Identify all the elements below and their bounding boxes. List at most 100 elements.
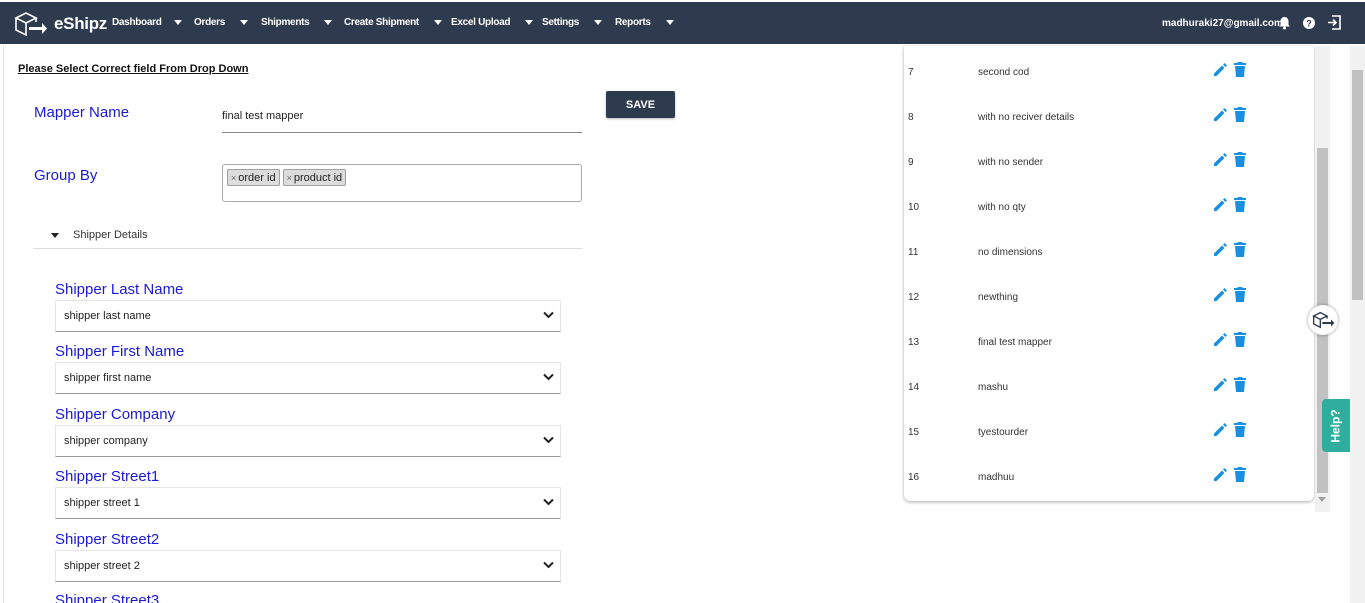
edit-icon[interactable] (1213, 333, 1227, 347)
logout-icon[interactable] (1327, 15, 1342, 30)
field-label-shipper-last-name: Shipper Last Name (55, 281, 184, 298)
nav-excel-upload[interactable]: Excel Upload (451, 17, 534, 28)
nav-shipments[interactable]: Shipments (261, 17, 333, 28)
select-shipper-street1[interactable]: shipper street 1 (55, 487, 561, 519)
remove-tag-icon[interactable]: × (231, 173, 236, 183)
edit-icon[interactable] (1213, 468, 1227, 482)
row-mapper-name: with no qty (978, 202, 1026, 213)
select-shipper-last-name[interactable]: shipper last name (55, 300, 561, 332)
delete-icon[interactable] (1234, 107, 1246, 122)
chevron-down-icon (240, 20, 248, 25)
chevron-down-icon (543, 373, 554, 381)
table-row: 12 newthing (904, 274, 1314, 319)
chevron-down-icon (525, 20, 534, 25)
shipper-details-section-header[interactable]: Shipper Details (33, 222, 582, 249)
select-value: shipper company (64, 435, 148, 447)
table-row: 9 with no sender (904, 139, 1314, 184)
delete-icon[interactable] (1234, 287, 1246, 302)
delete-icon[interactable] (1234, 197, 1246, 212)
nav-settings-label: Settings (542, 17, 580, 28)
select-shipper-street2[interactable]: shipper street 2 (55, 550, 561, 582)
section-title: Shipper Details (73, 229, 148, 241)
chevron-down-icon (543, 498, 554, 506)
bell-icon[interactable] (1278, 16, 1291, 30)
edit-icon[interactable] (1213, 423, 1227, 437)
select-value: shipper street 1 (64, 497, 140, 509)
box-logo-icon (14, 12, 47, 37)
mapper-name-input[interactable]: final test mapper (222, 106, 582, 133)
row-number: 9 (908, 157, 914, 168)
page-scrollbar-thumb[interactable] (1352, 70, 1363, 300)
row-number: 8 (908, 112, 914, 123)
row-number: 7 (908, 67, 914, 78)
row-mapper-name: with no sender (978, 157, 1044, 168)
row-number: 15 (908, 427, 920, 438)
nav-dashboard[interactable]: Dashboard (112, 17, 182, 28)
left-border (0, 46, 4, 603)
table-row: 11 no dimensions (904, 229, 1314, 274)
instruction-note: Please Select Correct field From Drop Do… (18, 63, 249, 75)
row-number: 14 (908, 382, 920, 393)
help-tab-button[interactable]: Help? (1322, 399, 1350, 452)
chevron-down-icon (543, 561, 554, 569)
delete-icon[interactable] (1234, 467, 1246, 482)
field-label-shipper-street3: Shipper Street3 (55, 592, 160, 603)
tag-label: order id (238, 171, 276, 184)
group-by-tag-order-id: × order id (227, 169, 280, 186)
delete-icon[interactable] (1234, 422, 1246, 437)
scroll-down-arrow-icon[interactable] (1318, 497, 1326, 502)
edit-icon[interactable] (1213, 63, 1227, 77)
row-mapper-name: tyestourder (978, 427, 1029, 438)
nav-shipments-label: Shipments (261, 17, 310, 28)
delete-icon[interactable] (1234, 242, 1246, 257)
row-number: 11 (908, 247, 919, 258)
delete-icon[interactable] (1234, 332, 1246, 347)
edit-icon[interactable] (1213, 153, 1227, 167)
app-name: eShipz (54, 14, 107, 33)
chevron-down-icon (665, 20, 674, 25)
delete-icon[interactable] (1234, 62, 1246, 77)
nav-orders[interactable]: Orders (194, 17, 248, 28)
help-label: Help? (1329, 408, 1343, 443)
group-by-tag-product-id: × product id (282, 169, 347, 186)
delete-icon[interactable] (1234, 152, 1246, 167)
top-navbar: eShipz Dashboard Orders Shipments Create… (0, 0, 1365, 44)
help-circle-icon[interactable]: ? (1303, 17, 1315, 29)
chevron-down-icon (324, 20, 333, 25)
row-mapper-name: second cod (978, 67, 1030, 78)
select-shipper-first-name[interactable]: shipper first name (55, 362, 561, 394)
chevron-down-icon (543, 311, 554, 319)
group-by-label: Group By (34, 167, 98, 184)
nav-create-shipment[interactable]: Create Shipment (344, 17, 442, 28)
row-mapper-name: final test mapper (978, 337, 1052, 348)
row-mapper-name: no dimensions (978, 247, 1043, 258)
select-shipper-company[interactable]: shipper company (55, 425, 561, 457)
user-email[interactable]: madhuraki27@gmail.com (1162, 18, 1283, 29)
group-by-multiselect[interactable]: × order id × product id (222, 164, 582, 202)
app-logo[interactable]: eShipz (12, 9, 107, 39)
nav-create-shipment-label: Create Shipment (344, 17, 419, 28)
row-mapper-name: madhuu (978, 472, 1015, 483)
edit-icon[interactable] (1213, 378, 1227, 392)
edit-icon[interactable] (1213, 108, 1227, 122)
nav-settings[interactable]: Settings (542, 17, 603, 28)
nav-reports-label: Reports (615, 17, 651, 28)
chevron-down-icon (433, 20, 442, 25)
field-label-shipper-company: Shipper Company (55, 406, 176, 423)
delete-icon[interactable] (1234, 377, 1246, 392)
nav-reports[interactable]: Reports (615, 17, 674, 28)
row-number: 10 (908, 202, 920, 213)
field-label-shipper-street2: Shipper Street2 (55, 531, 160, 548)
edit-icon[interactable] (1213, 198, 1227, 212)
edit-icon[interactable] (1213, 243, 1227, 257)
floating-assistant-button[interactable] (1308, 305, 1338, 335)
nav-dashboard-label: Dashboard (112, 17, 162, 28)
select-value: shipper first name (64, 372, 152, 384)
nav-orders-label: Orders (194, 17, 225, 28)
caret-down-icon (51, 232, 59, 238)
mapper-name-label: Mapper Name (34, 104, 130, 121)
save-button[interactable]: SAVE (606, 91, 675, 118)
svg-text:?: ? (1306, 19, 1312, 29)
remove-tag-icon[interactable]: × (287, 173, 292, 183)
edit-icon[interactable] (1213, 288, 1227, 302)
